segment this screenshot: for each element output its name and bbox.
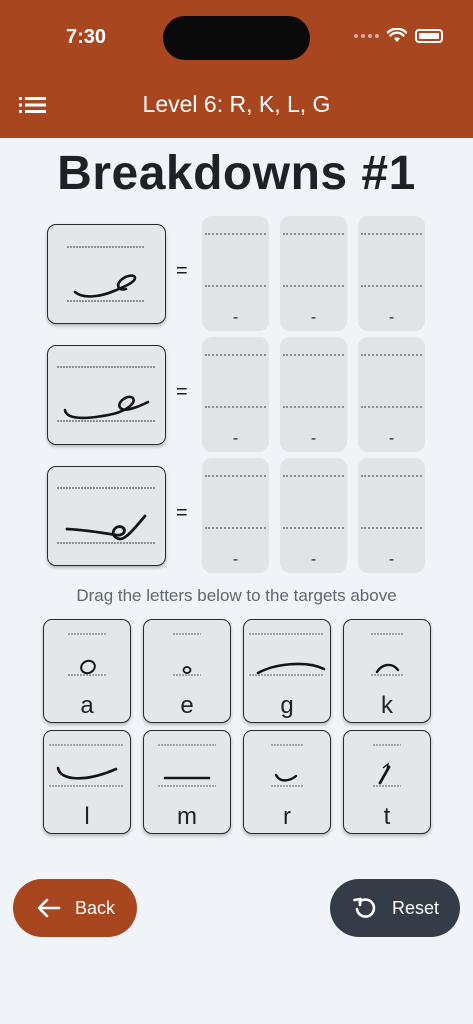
- app-bar: 7:30 Level 6: R, K, L, G: [0, 0, 473, 138]
- breakdown-row: = - - -: [0, 216, 473, 331]
- letter-tile-r[interactable]: r: [243, 730, 331, 834]
- target-slot[interactable]: -: [358, 458, 425, 573]
- slot-placeholder: -: [232, 309, 239, 326]
- letter-tile-l[interactable]: l: [43, 730, 131, 834]
- slot-placeholder: -: [310, 551, 317, 568]
- equals-sign: =: [176, 260, 188, 282]
- reset-button-label: Reset: [392, 897, 440, 918]
- letter-label: r: [283, 803, 291, 830]
- letter-label: e: [180, 692, 194, 719]
- breakdown-row: = - - -: [0, 458, 473, 573]
- slot-placeholder: -: [388, 551, 395, 568]
- app-bar-title: Level 6: R, K, L, G: [142, 91, 331, 117]
- slot-placeholder: -: [388, 309, 395, 326]
- slot-placeholder: -: [232, 551, 239, 568]
- target-slot[interactable]: -: [280, 216, 347, 331]
- battery-icon: [415, 28, 443, 43]
- status-icons: [354, 28, 443, 43]
- letter-tile-g[interactable]: g: [243, 619, 331, 723]
- camera-notch: [163, 16, 310, 60]
- breakdown-row: = - - -: [0, 337, 473, 452]
- shorthand-source-card: [47, 224, 166, 324]
- signal-icon: [354, 33, 379, 38]
- target-slot[interactable]: -: [202, 337, 269, 452]
- shorthand-source-card: [47, 345, 166, 445]
- drag-instruction: Drag the letters below to the targets ab…: [76, 586, 397, 605]
- letter-label: l: [84, 803, 90, 830]
- letter-label: g: [280, 692, 294, 719]
- letter-label: k: [381, 692, 393, 719]
- letter-tile-a[interactable]: a: [43, 619, 131, 723]
- target-slot[interactable]: -: [280, 337, 347, 452]
- shorthand-source-card: [47, 466, 166, 566]
- letter-label: m: [177, 803, 197, 830]
- reset-button[interactable]: Reset: [330, 879, 460, 937]
- target-slot[interactable]: -: [358, 337, 425, 452]
- letter-tile-k[interactable]: k: [343, 619, 431, 723]
- letter-label: t: [383, 803, 391, 830]
- target-slot[interactable]: -: [280, 458, 347, 573]
- target-slot[interactable]: -: [202, 458, 269, 573]
- arrow-left-icon: [37, 898, 61, 918]
- slot-placeholder: -: [310, 430, 317, 447]
- slot-placeholder: -: [388, 430, 395, 447]
- status-time: 7:30: [66, 26, 107, 48]
- slot-placeholder: -: [310, 309, 317, 326]
- equals-sign: =: [176, 502, 188, 524]
- back-button[interactable]: Back: [13, 879, 137, 937]
- letter-tile-m[interactable]: m: [143, 730, 231, 834]
- letter-tile-t[interactable]: t: [343, 730, 431, 834]
- letter-tile-e[interactable]: e: [143, 619, 231, 723]
- target-slot[interactable]: -: [202, 216, 269, 331]
- slot-placeholder: -: [232, 430, 239, 447]
- reset-icon: [353, 897, 376, 918]
- equals-sign: =: [176, 381, 188, 403]
- page-title: Breakdowns #1: [57, 147, 416, 200]
- back-button-label: Back: [75, 897, 116, 918]
- wifi-icon: [387, 28, 407, 42]
- letter-label: a: [80, 692, 94, 719]
- target-slot[interactable]: -: [358, 216, 425, 331]
